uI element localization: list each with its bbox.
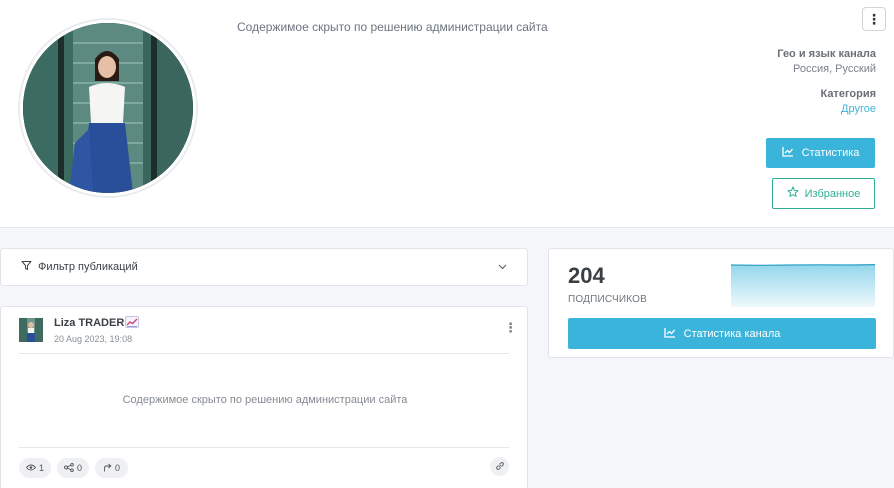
- channel-avatar: [18, 18, 198, 198]
- post-divider-top: [19, 353, 509, 354]
- chart-emoji-icon: [125, 316, 140, 331]
- category-title: Категория: [820, 88, 876, 100]
- shares-badge: 0: [57, 458, 89, 478]
- favorite-button-label: Избранное: [804, 187, 861, 200]
- post-menu-kebab-icon[interactable]: ⋮: [504, 321, 517, 334]
- favorite-button[interactable]: Избранное: [772, 178, 875, 209]
- post-author-name[interactable]: Liza TRADER: [54, 316, 140, 331]
- category-block: Категория Другое: [820, 88, 876, 115]
- post-author-label: Liza TRADER: [54, 317, 125, 329]
- star-icon: [787, 186, 799, 201]
- channel-header: Содержимое скрыто по решению администрац…: [0, 0, 894, 228]
- filter-label: Фильтр публикаций: [38, 261, 138, 273]
- forwards-badge: 0: [95, 458, 128, 478]
- chevron-down-icon[interactable]: [498, 262, 507, 273]
- chart-line-icon: [663, 327, 676, 341]
- subscribers-sparkline: [731, 264, 875, 307]
- views-count: 1: [38, 463, 44, 473]
- post-hidden-notice: Содержимое скрыто по решению администрац…: [122, 394, 408, 406]
- channel-statistics-button[interactable]: Статистика канала: [568, 318, 876, 349]
- subscribers-count: 204: [568, 263, 605, 288]
- link-icon: [495, 458, 505, 476]
- subscribers-label: ПОДПИСЧИКОВ: [568, 294, 647, 305]
- geo-value: Россия, Русский: [793, 63, 876, 75]
- eye-icon: [25, 463, 37, 473]
- share-icon: [64, 462, 74, 474]
- post-date: 20 Aug 2023, 19:08: [54, 334, 133, 344]
- filter-icon: [21, 258, 32, 276]
- post-card: Liza TRADER 20 Aug 2023, 19:08 ⋮ Содержи…: [0, 306, 528, 488]
- forwards-count: 0: [114, 463, 120, 473]
- kebab-icon: ⋮: [867, 11, 881, 27]
- channel-avatar-image: [23, 23, 193, 193]
- post-link-button[interactable]: [490, 457, 509, 476]
- category-link[interactable]: Другое: [820, 103, 876, 115]
- views-badge: 1: [19, 458, 51, 478]
- statistics-button[interactable]: Статистика: [766, 138, 875, 168]
- chart-line-icon: [781, 146, 794, 160]
- channel-statistics-label: Статистика канала: [683, 327, 781, 340]
- forward-icon: [103, 463, 112, 474]
- subscribers-card: 204 ПОДПИСЧИКОВ Статистика канала: [548, 248, 894, 358]
- geo-title: Гео и язык канала: [777, 48, 876, 60]
- channel-menu-button[interactable]: ⋮: [862, 7, 886, 31]
- post-divider-bottom: [19, 447, 509, 448]
- hidden-content-notice: Содержимое скрыто по решению администрац…: [237, 20, 548, 34]
- statistics-button-label: Статистика: [801, 147, 860, 159]
- publication-filter[interactable]: Фильтр публикаций: [0, 248, 528, 286]
- post-author-avatar[interactable]: [19, 318, 43, 342]
- geo-language-block: Гео и язык канала Россия, Русский: [777, 48, 876, 75]
- shares-count: 0: [76, 463, 82, 473]
